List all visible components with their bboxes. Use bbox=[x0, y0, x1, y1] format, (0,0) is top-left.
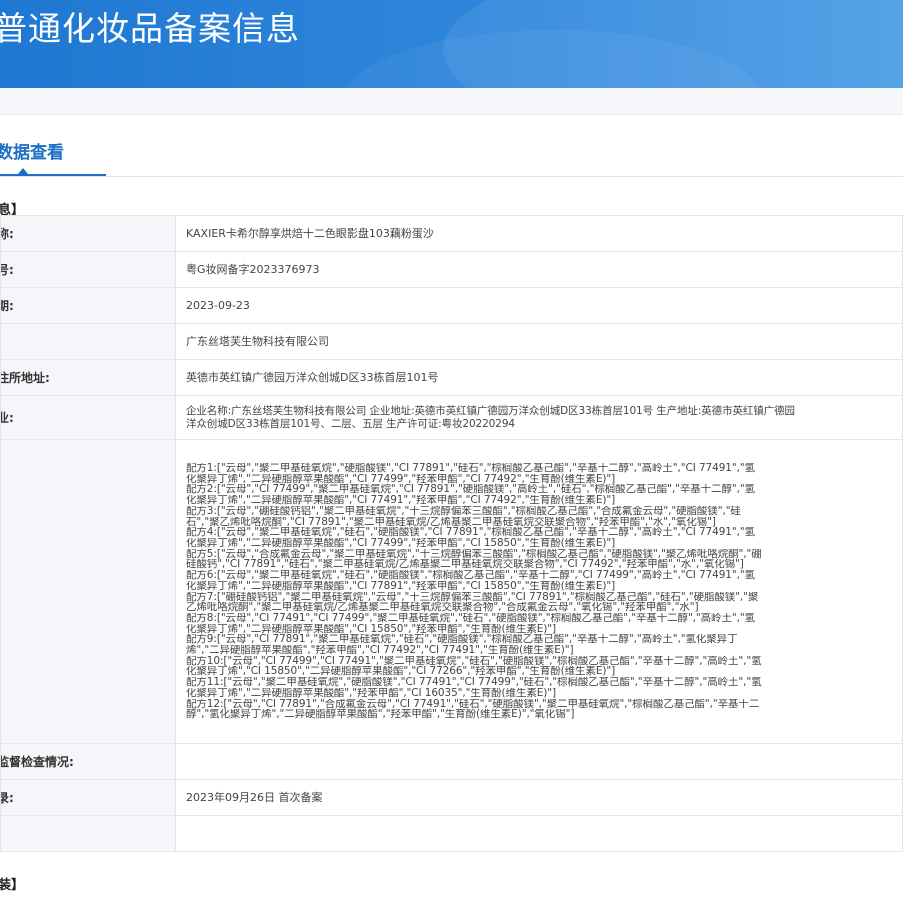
formula-line: 配方10:["云母","CI 77499","CI 77491","聚二甲基硅氧… bbox=[186, 655, 762, 667]
formula-line: 配方4:["云母","聚二甲基硅氧烷","硅石","硬脂酸镁","CI 7789… bbox=[186, 527, 755, 538]
formula-line: 乙烯吡咯烷酮","聚二甲基硅氧烷/乙烯基聚二甲基硅氧烷交联聚合物","合成氟金云… bbox=[186, 602, 699, 613]
inspection-value bbox=[175, 743, 903, 780]
formula-list: 配方1:["云母","聚二甲基硅氧烷","硬脂酸镁","CI 77891","硅… bbox=[175, 439, 903, 744]
formula-line: 化聚异丁烯","二异硬脂醇苹果酸酯","CI 77499","羟苯甲酯","CI… bbox=[186, 473, 616, 485]
page-title: 普通化妆品备案信息 bbox=[0, 9, 300, 48]
row-label: 号: bbox=[0, 251, 176, 288]
registrant-address-value: 英德市英红镇广德园万洋众创城D区33栋首层101号 bbox=[175, 359, 903, 396]
formula-line: 化聚异丁烯","二异硬脂醇苹果酸酯","CI 77891","羟苯甲酯","CI… bbox=[186, 580, 616, 592]
formula-line: 配方5:["云母","合成氟金云母","聚二甲基硅氧烷","十三烷醇偏苯三酸酯"… bbox=[186, 548, 762, 560]
product-name-value: KAXIER卡希尔醇享烘焙十二色眼影盘103藕粉蛋沙 bbox=[175, 215, 903, 252]
manufacturer-value: 企业名称:广东丝塔芙生物科技有限公司 企业地址:英德市英红镇广德园万洋众创城D区… bbox=[175, 395, 903, 440]
row-label: 业: bbox=[0, 395, 176, 440]
row-label bbox=[0, 815, 176, 852]
table-row: 住所地址: 英德市英红镇广德园万洋众创城D区33栋首层101号 bbox=[0, 359, 903, 396]
formula-line: 石","聚乙烯吡咯烷酮","CI 77891","聚二甲基硅氧烷/乙烯基聚二甲基… bbox=[186, 516, 716, 528]
formula-line: 配方11:["云母","聚二甲基硅氧烷","硬脂酸镁","CI 77491","… bbox=[186, 677, 762, 688]
record-date-value: 2023-09-23 bbox=[175, 287, 903, 324]
row-label: 称: bbox=[0, 215, 176, 252]
table-row: 业: 企业名称:广东丝塔芙生物科技有限公司 企业地址:英德市英红镇广德园万洋众创… bbox=[0, 395, 903, 440]
formula-line: 硅酸钙","CI 77891","硅石","聚二甲基硅氧烷/乙烯基聚二甲基硅氧烷… bbox=[186, 559, 744, 571]
formula-line: 醇","氢化聚异丁烯","二异硬脂醇苹果酸酯","羟苯甲酯","生育酚(维生素E… bbox=[186, 709, 575, 720]
change-record-value: 2023年09月26日 首次备案 bbox=[175, 779, 903, 816]
formula-line: 化聚异丁烯","二异硬脂醇苹果酸酯","羟苯甲酯","CI 16035","生育… bbox=[186, 687, 557, 699]
table-row: 录: 2023年09月26日 首次备案 bbox=[0, 779, 903, 816]
table-row: 号: 粤G妆网备字2023376973 bbox=[0, 251, 903, 288]
table-row: 配方1:["云母","聚二甲基硅氧烷","硬脂酸镁","CI 77891","硅… bbox=[0, 439, 903, 744]
formula-line: 配方2:["云母","CI 77499","聚二甲基硅氧烷","CI 77891… bbox=[186, 484, 755, 496]
formula-line: 配方12:["云母","CI 77891","合成氟金云母","CI 77491… bbox=[186, 698, 760, 710]
header-banner: 普通化妆品备案信息 bbox=[0, 0, 903, 88]
formula-line: 化聚异丁烯","二异硬脂醇苹果酸酯","CI 77491","羟苯甲酯","CI… bbox=[186, 495, 616, 506]
manufacturer-line: 洋众创城D区33栋首层101号、二层、五层 生产许可证:粤妆20220294 bbox=[186, 417, 516, 430]
table-row bbox=[0, 815, 903, 852]
formula-line: 配方1:["云母","聚二甲基硅氧烷","硬脂酸镁","CI 77891","硅… bbox=[186, 463, 755, 474]
tab-data-view[interactable]: 数据查看 bbox=[0, 138, 64, 163]
row-label: 期: bbox=[0, 287, 176, 324]
formula-line: 烯","二异硬脂醇苹果酸酯","羟苯甲酯","CI 77492","CI 774… bbox=[186, 645, 574, 656]
formula-line: 配方7:["硼硅酸钙铝","聚二甲基硅氧烷","云母","十三烷醇偏苯三酸酯",… bbox=[186, 591, 759, 603]
formula-line: 配方3:["云母","硼硅酸钙铝","聚二甲基硅氧烷","十三烷醇偏苯三酸酯",… bbox=[186, 505, 741, 517]
formula-line: 化聚异丁烯","CI 15850","二异硬脂醇苹果酸酯","CI 77266"… bbox=[186, 666, 616, 678]
tab-bar: 数据查看 bbox=[0, 124, 903, 177]
table-row: 监督检查情况: bbox=[0, 743, 903, 780]
registrant-value: 广东丝塔芙生物科技有限公司 bbox=[175, 323, 903, 360]
section-title-packaging: 装】 bbox=[0, 878, 25, 893]
row-label: 住所地址: bbox=[0, 359, 176, 396]
formula-line: 化聚异丁烯","二异硬脂醇苹果酸酯","CI 77499","羟苯甲酯","CI… bbox=[186, 537, 616, 549]
row-label bbox=[0, 439, 176, 744]
manufacturer-line: 企业名称:广东丝塔芙生物科技有限公司 企业地址:英德市英红镇广德园万洋众创城D区… bbox=[186, 404, 795, 417]
formula-line: 配方6:["云母","聚二甲基硅氧烷","硅石","硬脂酸镁","棕榈酸乙基己酯… bbox=[186, 570, 755, 581]
formula-line: 配方8:["云母","CI 77491","CI 77499","聚二甲基硅氧烷… bbox=[186, 612, 755, 624]
formula-line: 化聚异丁烯","二异硬脂醇苹果酸酯","CI 15850","羟苯甲酯","生育… bbox=[186, 623, 557, 635]
table-row: 称: KAXIER卡希尔醇享烘焙十二色眼影盘103藕粉蛋沙 bbox=[0, 215, 903, 252]
table-row: 期: 2023-09-23 bbox=[0, 287, 903, 324]
formula-line: 配方9:["云母","CI 77891","聚二甲基硅氧烷","硅石","硬脂酸… bbox=[186, 634, 738, 646]
table-row: : 广东丝塔芙生物科技有限公司 bbox=[0, 323, 903, 360]
row-label: 监督检查情况: bbox=[0, 743, 176, 780]
row-label: 录: bbox=[0, 779, 176, 816]
record-number-value: 粤G妆网备字2023376973 bbox=[175, 251, 903, 288]
row-label: : bbox=[0, 323, 176, 360]
sub-toolbar bbox=[0, 88, 903, 115]
tab-active-underline bbox=[0, 174, 106, 176]
info-table: 称: KAXIER卡希尔醇享烘焙十二色眼影盘103藕粉蛋沙 号: 粤G妆网备字2… bbox=[0, 215, 903, 852]
empty-value bbox=[175, 815, 903, 852]
